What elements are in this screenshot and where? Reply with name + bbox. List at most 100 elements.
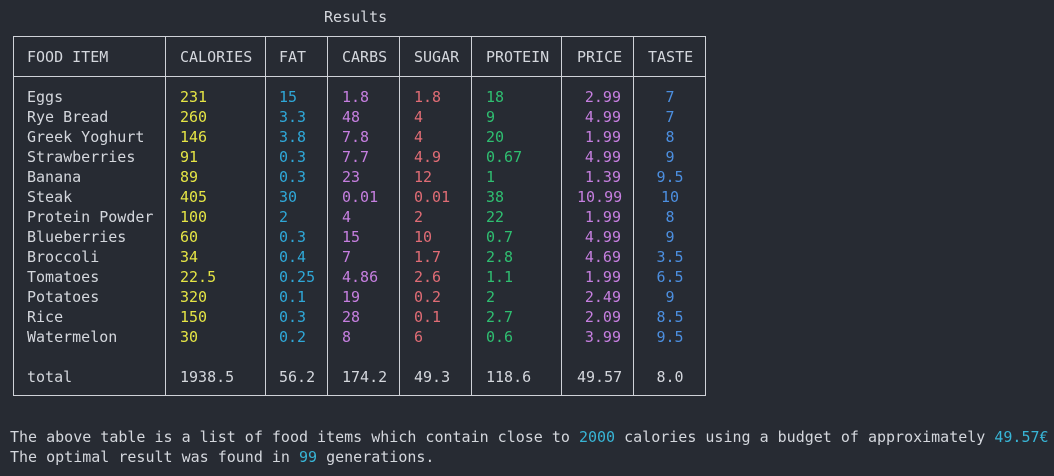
total-price: 49.57 [577, 368, 623, 386]
cell-fat: 0.4 [279, 248, 307, 266]
total-protein: 118.6 [486, 368, 532, 386]
cell-food-item: Tomatoes [27, 268, 100, 286]
cell-fat: 0.3 [279, 228, 307, 246]
cell-calories: 100 [180, 208, 208, 226]
cell-sugar: 10 [414, 228, 433, 246]
cell-price: 2.09 [584, 308, 621, 326]
cell-protein: 18 [486, 88, 505, 106]
total-sugar: 49.3 [414, 368, 451, 386]
cell-carbs: 28 [342, 308, 361, 326]
cell-protein: 38 [486, 188, 505, 206]
cell-calories: 30 [180, 328, 199, 346]
cell-carbs: 7.8 [342, 128, 370, 146]
cell-protein: 0.7 [486, 228, 514, 246]
cell-food-item: Greek Yoghurt [27, 128, 145, 146]
total-carbs: 174.2 [342, 368, 388, 386]
summary-text: The optimal result was found in [10, 448, 299, 466]
cell-protein: 22 [486, 208, 505, 226]
cell-carbs: 19 [342, 288, 361, 306]
cell-food-item: Protein Powder [27, 208, 154, 226]
cell-price: 1.99 [584, 128, 621, 146]
cell-protein: 2 [486, 288, 496, 306]
cell-protein: 9 [486, 108, 496, 126]
column-divider [265, 36, 266, 396]
cell-carbs: 48 [342, 108, 361, 126]
cell-taste: 10 [660, 188, 680, 206]
header-divider [13, 76, 706, 77]
cell-protein: 0.6 [486, 328, 514, 346]
cell-price: 4.99 [584, 228, 621, 246]
header-fat: FAT [279, 48, 307, 66]
cell-sugar: 4.9 [414, 148, 442, 166]
cell-fat: 0.25 [279, 268, 316, 286]
cell-sugar: 12 [414, 168, 433, 186]
cell-calories: 60 [180, 228, 199, 246]
cell-calories: 146 [180, 128, 208, 146]
cell-fat: 0.3 [279, 308, 307, 326]
cell-protein: 0.67 [486, 148, 523, 166]
cell-food-item: Potatoes [27, 288, 100, 306]
cell-protein: 1 [486, 168, 496, 186]
cell-carbs: 7.7 [342, 148, 370, 166]
cell-carbs: 7 [342, 248, 352, 266]
cell-protein: 2.8 [486, 248, 514, 266]
cell-calories: 89 [180, 168, 199, 186]
cell-sugar: 4 [414, 128, 424, 146]
cell-sugar: 0.01 [414, 188, 451, 206]
cell-price: 4.99 [584, 148, 621, 166]
cell-protein: 1.1 [486, 268, 514, 286]
column-divider [327, 36, 328, 396]
cell-fat: 3.8 [279, 128, 307, 146]
cell-fat: 30 [279, 188, 298, 206]
cell-price: 2.99 [584, 88, 621, 106]
cell-sugar: 0.2 [414, 288, 442, 306]
header-taste: TASTE [648, 48, 694, 66]
results-title: Results [324, 8, 388, 26]
cell-calories: 260 [180, 108, 208, 126]
cell-taste: 9.5 [656, 168, 684, 186]
cell-sugar: 4 [414, 108, 424, 126]
column-divider [471, 36, 472, 396]
generation-count: 99 [298, 448, 318, 466]
cell-taste: 9 [665, 228, 675, 246]
cell-calories: 405 [180, 188, 208, 206]
cell-carbs: 8 [342, 328, 352, 346]
cell-protein: 20 [486, 128, 505, 146]
cell-sugar: 1.7 [414, 248, 442, 266]
cell-taste: 8.5 [656, 308, 684, 326]
cell-price: 1.99 [584, 268, 621, 286]
cell-carbs: 1.8 [342, 88, 370, 106]
cell-fat: 2 [279, 208, 289, 226]
cell-food-item: Steak [27, 188, 73, 206]
summary-text: generations. [317, 448, 435, 466]
cell-price: 2.49 [584, 288, 621, 306]
summary-line-1: The above table is a list of food items … [10, 427, 1049, 447]
cell-sugar: 0.1 [414, 308, 442, 326]
cell-price: 3.99 [584, 328, 621, 346]
budget-value: 49.57€ [994, 428, 1049, 446]
header-calories: CALORIES [180, 48, 253, 66]
cell-calories: 150 [180, 308, 208, 326]
cell-fat: 0.1 [279, 288, 307, 306]
cell-fat: 3.3 [279, 108, 307, 126]
column-divider [633, 36, 634, 396]
cell-food-item: Broccoli [27, 248, 100, 266]
cell-food-item: Rye Bread [27, 108, 109, 126]
cell-price: 10.99 [577, 188, 623, 206]
total-label: total [27, 368, 73, 386]
cell-taste: 9 [665, 288, 675, 306]
column-divider [561, 36, 562, 396]
cell-calories: 91 [180, 148, 199, 166]
cell-protein: 2.7 [486, 308, 514, 326]
cell-taste: 7 [665, 88, 675, 106]
cell-taste: 8 [665, 128, 675, 146]
cell-food-item: Blueberries [27, 228, 127, 246]
column-divider [399, 36, 400, 396]
cell-food-item: Rice [27, 308, 64, 326]
cell-taste: 3.5 [656, 248, 684, 266]
header-price: PRICE [577, 48, 623, 66]
cell-sugar: 1.8 [414, 88, 442, 106]
cell-food-item: Watermelon [27, 328, 118, 346]
column-divider [165, 36, 166, 396]
summary-text: calories using a budget of approximately [615, 428, 995, 446]
